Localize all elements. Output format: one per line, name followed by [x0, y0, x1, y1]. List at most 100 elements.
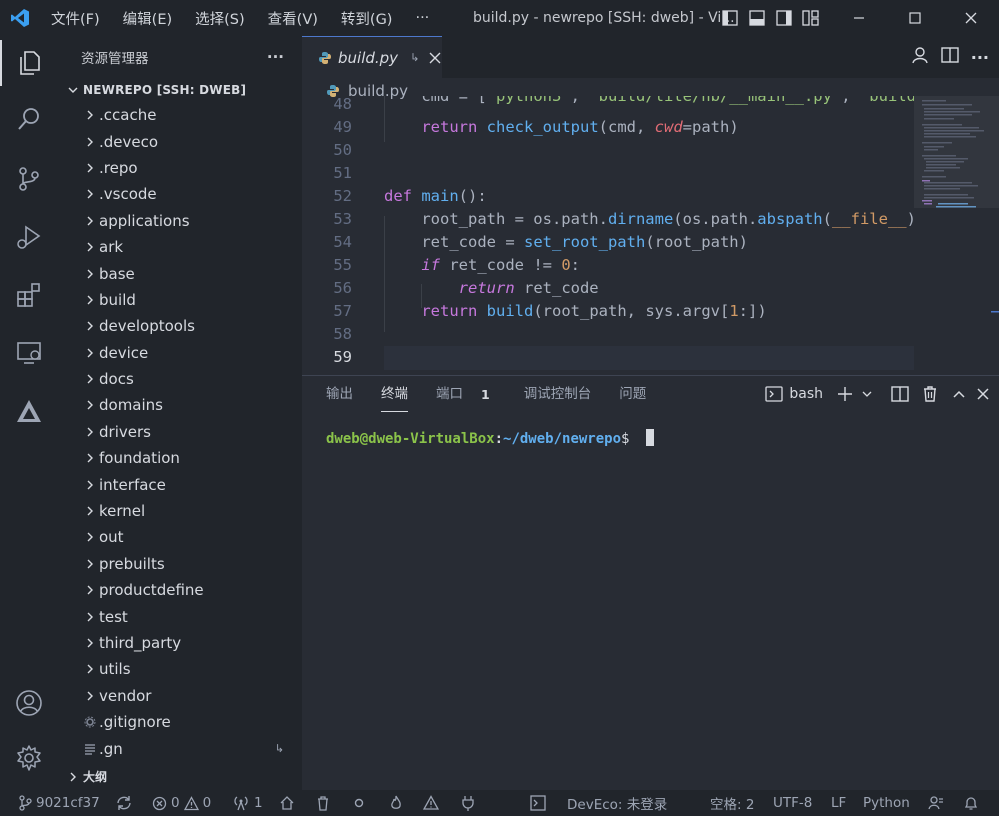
menu-edit[interactable]: 编辑(E)	[112, 8, 184, 29]
deveco-icon[interactable]	[0, 388, 57, 434]
menu-view[interactable]: 查看(V)	[257, 8, 330, 29]
tree-folder[interactable]: third_party	[57, 630, 302, 656]
tree-folder[interactable]: out	[57, 524, 302, 550]
remote-explorer-icon[interactable]	[0, 330, 57, 376]
warning-triangle-icon[interactable]	[423, 790, 439, 816]
plug-icon[interactable]	[460, 790, 476, 816]
sync-icon[interactable]	[116, 790, 132, 816]
code-line: root_path = os.path.dirname(os.path.absp…	[384, 210, 914, 228]
tree-folder[interactable]: interface	[57, 471, 302, 497]
menu-file[interactable]: 文件(F)	[40, 8, 112, 29]
tree-folder[interactable]: base	[57, 260, 302, 286]
chevron-right-icon	[81, 637, 98, 649]
workspace-root[interactable]: NEWREPO [SSH: DWEB]	[57, 78, 302, 102]
tree-folder[interactable]: utils	[57, 656, 302, 682]
status-deveco[interactable]: DevEco: 未登录	[567, 790, 667, 816]
minimap[interactable]	[914, 96, 999, 375]
tree-folder[interactable]: developtools	[57, 313, 302, 339]
tab-ports[interactable]: 端口	[436, 377, 463, 411]
tab-output[interactable]: 输出	[326, 377, 353, 411]
tree-file[interactable]: .gitignore	[57, 709, 302, 735]
tree-folder[interactable]: ark	[57, 234, 302, 260]
tab-build-py[interactable]: build.py ↳	[302, 36, 442, 78]
customize-layout-icon[interactable]	[797, 10, 824, 26]
terminal-shell-selector[interactable]: bash	[765, 385, 823, 403]
flame-icon[interactable]	[388, 790, 404, 816]
source-control-icon[interactable]	[0, 156, 57, 202]
chevron-down-icon[interactable]	[861, 388, 873, 400]
status-indentation[interactable]: 空格: 2	[710, 790, 754, 816]
chevron-right-icon	[64, 771, 81, 783]
settings-gear-icon[interactable]	[0, 735, 57, 781]
tree-folder[interactable]: test	[57, 603, 302, 629]
split-editor-icon[interactable]	[941, 46, 959, 68]
status-problems[interactable]: 0 0	[152, 790, 211, 816]
tab-debug-console[interactable]: 调试控制台	[524, 377, 592, 411]
new-terminal-icon[interactable]	[837, 386, 853, 402]
split-terminal-icon[interactable]	[891, 385, 909, 403]
status-encoding[interactable]: UTF-8	[773, 790, 812, 816]
tree-folder[interactable]: foundation	[57, 445, 302, 471]
explorer-icon[interactable]	[0, 40, 57, 86]
trash-icon[interactable]	[315, 790, 331, 816]
chevron-right-icon	[81, 373, 98, 385]
tree-folder[interactable]: .deveco	[57, 128, 302, 154]
tree-folder[interactable]: vendor	[57, 683, 302, 709]
text-file-icon	[81, 743, 98, 755]
tree-folder[interactable]: .ccache	[57, 102, 302, 128]
tree-folder[interactable]: prebuilts	[57, 551, 302, 577]
code-line: def main():	[384, 187, 487, 205]
terminal-status-icon[interactable]	[530, 790, 546, 816]
status-branch[interactable]: 9021cf37	[18, 790, 100, 816]
tree-file[interactable]: .gn ↳	[57, 735, 302, 761]
feedback-icon[interactable]	[928, 790, 944, 816]
editor-more-icon[interactable]: ···	[971, 48, 989, 67]
run-debug-icon[interactable]	[0, 214, 57, 260]
status-language[interactable]: Python	[863, 790, 910, 816]
code-editor[interactable]: 48 49 50 51 52 53 54 55 56 57 58 59 cmd …	[302, 96, 914, 375]
tree-folder[interactable]: .repo	[57, 155, 302, 181]
menu-more[interactable]: ···	[404, 10, 441, 26]
chevron-right-icon	[81, 505, 98, 517]
outline-section[interactable]: 大纲	[57, 763, 302, 790]
activity-bar	[0, 36, 57, 790]
tree-folder[interactable]: drivers	[57, 419, 302, 445]
tree-folder[interactable]: build	[57, 287, 302, 313]
toggle-panel-icon[interactable]	[743, 10, 770, 26]
tab-problems[interactable]: 问题	[619, 377, 646, 411]
status-ports[interactable]: 1	[232, 790, 263, 816]
chevron-right-icon	[81, 452, 98, 464]
terminal-output[interactable]: dweb@dweb-VirtualBox:~/dweb/newrepo$	[326, 429, 654, 447]
kill-terminal-icon[interactable]	[921, 385, 939, 403]
explorer-more-button[interactable]: ···	[267, 48, 284, 66]
line-number: 51	[333, 164, 352, 182]
home-icon[interactable]	[279, 790, 295, 816]
search-icon[interactable]	[0, 96, 57, 142]
tree-folder[interactable]: productdefine	[57, 577, 302, 603]
extensions-icon[interactable]	[0, 272, 57, 318]
maximize-icon[interactable]	[887, 0, 943, 36]
chevron-right-icon	[81, 690, 98, 702]
circle-icon[interactable]	[352, 790, 366, 816]
tree-folder[interactable]: kernel	[57, 498, 302, 524]
menu-go[interactable]: 转到(G)	[330, 8, 405, 29]
tree-folder[interactable]: applications	[57, 208, 302, 234]
minimize-icon[interactable]	[831, 0, 887, 36]
account-remote-icon[interactable]	[911, 46, 929, 68]
close-icon[interactable]	[943, 0, 999, 36]
toggle-secondary-sidebar-icon[interactable]	[770, 10, 797, 26]
gitignore-file-icon	[81, 716, 98, 728]
close-panel-icon[interactable]	[975, 386, 991, 402]
toggle-sidebar-icon[interactable]	[716, 10, 743, 26]
tree-folder[interactable]: .vscode	[57, 181, 302, 207]
status-eol[interactable]: LF	[831, 790, 846, 816]
tree-folder[interactable]: docs	[57, 366, 302, 392]
notifications-bell-icon[interactable]	[963, 790, 979, 816]
menu-selection[interactable]: 选择(S)	[184, 8, 257, 29]
tree-folder[interactable]: device	[57, 340, 302, 366]
tab-close-icon[interactable]	[429, 52, 441, 64]
tree-folder[interactable]: domains	[57, 392, 302, 418]
maximize-panel-icon[interactable]	[951, 386, 967, 402]
accounts-icon[interactable]	[0, 680, 57, 726]
tab-terminal[interactable]: 终端	[381, 377, 408, 412]
